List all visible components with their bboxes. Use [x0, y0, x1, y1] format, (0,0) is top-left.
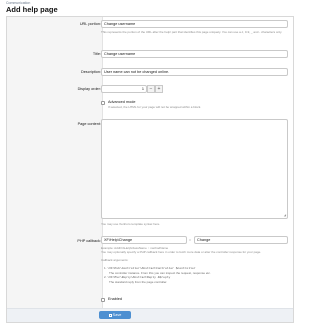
page-content-editor[interactable]: ◢ [101, 119, 288, 219]
increment-button[interactable]: + [155, 85, 163, 93]
enabled-label[interactable]: Enabled [108, 297, 122, 301]
callback-args-list: 1. \XF\Pub\Controller\AbstractController… [104, 266, 288, 284]
page-content-hint: You may use XenForo template syntax here… [101, 222, 161, 226]
page-title: Add help page [6, 5, 58, 14]
url-portion-label: URL portion: [79, 22, 101, 26]
title-input[interactable]: Change username [101, 50, 288, 58]
description-input[interactable]: User name can not be changed online. [101, 68, 288, 76]
form-footer [7, 308, 293, 322]
callback-class-input[interactable]: XF\Help\Change [101, 236, 187, 244]
advanced-mode-hint: If selected, the HTML for your page will… [108, 105, 202, 109]
arg2-desc: The standard reply from the page control… [109, 280, 168, 284]
description-label: Description: [80, 70, 101, 74]
display-order-label: Display order: [77, 87, 101, 91]
arg1-code: \XF\Pub\Controller\AbstractController $c… [107, 267, 196, 270]
form-label-column [7, 17, 103, 322]
enabled-checkbox[interactable] [101, 298, 105, 302]
advanced-mode-label[interactable]: Advanced mode [108, 100, 135, 104]
title-label: Title: [92, 52, 101, 56]
save-button-label: Save [112, 313, 122, 317]
url-portion-hint: This represents the portion of the URL a… [101, 30, 283, 34]
php-callback-label: PHP callback: [77, 239, 101, 243]
callback-args-title: Callback arguments: [101, 258, 129, 262]
display-order-input[interactable]: 1 [101, 85, 147, 93]
save-icon [108, 313, 112, 317]
callback-separator: :: [189, 238, 192, 242]
resize-grip-icon[interactable]: ◢ [284, 213, 286, 217]
save-button[interactable]: Save [99, 311, 131, 319]
url-portion-input[interactable]: Change username [101, 20, 288, 28]
callback-method-input[interactable]: Change [194, 236, 288, 244]
callback-description: You may optionally specify a PHP callbac… [101, 250, 262, 254]
advanced-mode-checkbox[interactable] [101, 101, 105, 105]
decrement-button[interactable]: − [147, 85, 155, 93]
page-content-label: Page content: [77, 122, 101, 126]
arg2-code: \XF\Mvc\Reply\AbstractReply &$reply [107, 276, 171, 279]
